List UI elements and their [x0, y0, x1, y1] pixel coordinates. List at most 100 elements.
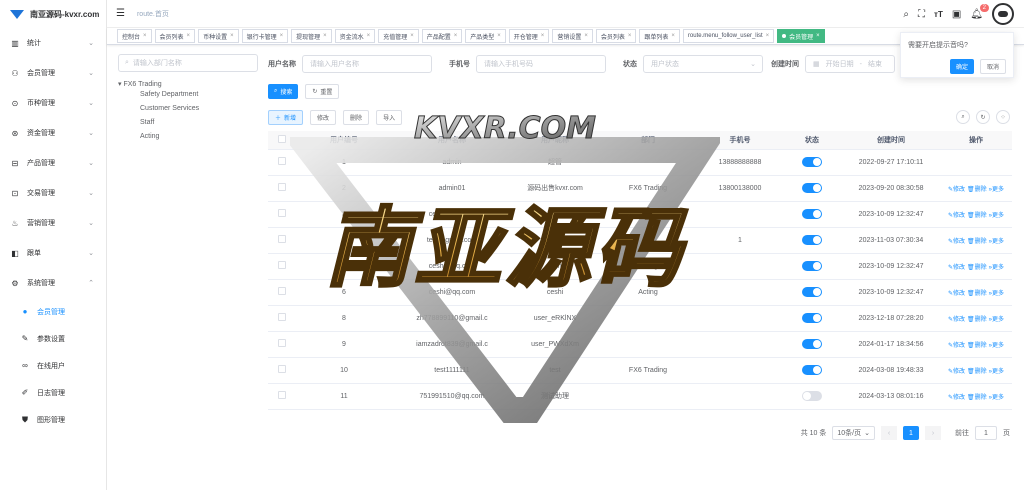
select-all-checkbox[interactable]	[268, 131, 296, 150]
row-checkbox[interactable]	[268, 253, 296, 280]
more-link[interactable]: »更多	[989, 369, 1004, 375]
status-switch[interactable]	[802, 261, 822, 271]
delete-link[interactable]: 🗑︎删除	[967, 317, 987, 323]
table-row[interactable]: 10 test1111111 test FX6 Trading 2024-03-08 1…	[268, 357, 1012, 384]
translate-icon[interactable]: ▣	[952, 9, 961, 20]
table-row[interactable]: 5 ceshi@qq.com ceshi Acting 2023-10-09 12:32…	[268, 253, 1012, 280]
sidebar-item-8[interactable]: ◧ 跟单 ⌄	[0, 238, 106, 268]
sidebar-item-9[interactable]: ⚙ 系统管理 ⌃	[0, 268, 106, 298]
tree-node[interactable]: Customer Services	[140, 102, 258, 116]
next-page-button[interactable]: ›	[925, 426, 941, 440]
delete-link[interactable]: 🗑︎删除	[967, 369, 987, 375]
row-checkbox[interactable]	[268, 149, 296, 176]
close-icon[interactable]: ×	[323, 33, 327, 39]
refresh-icon[interactable]: ↻	[976, 110, 990, 124]
table-row[interactable]: 1 admin 超管 13888888888 2022-09-27 17:10:11	[268, 149, 1012, 176]
tag-9[interactable]: 产品类型 ×	[465, 29, 506, 43]
sidebar-item-6[interactable]: ⊡ 交易管理 ⌄	[0, 178, 106, 208]
tag-2[interactable]: 会员列表 ×	[154, 29, 196, 43]
search-button[interactable]: ⌕ 搜索	[268, 84, 299, 99]
status-switch[interactable]	[802, 183, 822, 193]
status-switch[interactable]	[802, 209, 822, 219]
sidebar-subitem-5[interactable]: ⛊ 图形管理	[0, 406, 106, 433]
sidebar-subitem-2[interactable]: ✎ 参数设置	[0, 325, 106, 352]
tree-node[interactable]: Staff	[140, 116, 258, 130]
sidebar-item-3[interactable]: ⊙ 币种管理 ⌄	[0, 88, 106, 118]
tag-11[interactable]: 营销设置 ×	[552, 29, 593, 43]
tag-10[interactable]: 开仓管理 ×	[508, 29, 550, 43]
status-switch[interactable]	[802, 313, 822, 323]
close-icon[interactable]: ×	[280, 33, 284, 39]
status-switch[interactable]	[802, 157, 822, 167]
search-icon[interactable]: ⌕	[903, 9, 909, 20]
tag-8[interactable]: 产品配置 ×	[421, 29, 463, 43]
tag-7[interactable]: 充值管理 ×	[378, 29, 419, 43]
close-icon[interactable]: ×	[541, 33, 545, 39]
row-checkbox[interactable]	[268, 357, 296, 384]
close-icon[interactable]: ×	[766, 33, 770, 39]
close-icon[interactable]: ×	[454, 33, 458, 39]
delete-link[interactable]: 🗑︎删除	[967, 239, 987, 245]
close-icon[interactable]: ×	[584, 33, 588, 39]
close-icon[interactable]: ×	[143, 33, 147, 39]
tag-6[interactable]: 资金流水 ×	[334, 29, 376, 43]
row-checkbox[interactable]	[268, 279, 296, 306]
more-link[interactable]: »更多	[989, 187, 1004, 193]
edit-link[interactable]: ✎修改	[948, 213, 965, 219]
hamburger-icon[interactable]: ☰	[116, 8, 125, 19]
row-checkbox[interactable]	[268, 383, 296, 410]
edit-link[interactable]: ✎修改	[948, 317, 965, 323]
close-icon[interactable]: ×	[367, 33, 371, 39]
add-button[interactable]: ＋新增	[268, 110, 304, 125]
delete-link[interactable]: 🗑︎删除	[967, 213, 987, 219]
table-row[interactable]: 11 751991510@qq.com 测试助理 2024-03-13 08:01:1…	[268, 383, 1012, 410]
more-link[interactable]: »更多	[989, 395, 1004, 401]
username-input[interactable]: 请输入用户名称	[302, 55, 432, 73]
more-link[interactable]: »更多	[989, 265, 1004, 271]
status-select[interactable]: 用户状态 ⌄	[643, 55, 763, 73]
delete-link[interactable]: 🗑︎删除	[967, 343, 987, 349]
more-link[interactable]: »更多	[989, 343, 1004, 349]
avatar[interactable]	[992, 3, 1014, 25]
close-icon[interactable]: ×	[410, 33, 414, 39]
tree-root[interactable]: ▾ FX6 Trading	[118, 80, 258, 88]
tag-4[interactable]: 银行卡管理 ×	[241, 29, 289, 43]
table-row[interactable]: 2 admin01 源码出售kvxr.com FX6 Trading 138001380…	[268, 175, 1012, 202]
delete-link[interactable]: 🗑︎删除	[967, 265, 987, 271]
fullscreen-icon[interactable]: ⛶	[918, 9, 925, 20]
delete-link[interactable]: 🗑︎删除	[967, 187, 987, 193]
edit-link[interactable]: ✎修改	[948, 265, 965, 271]
sidebar-item-2[interactable]: ⚇ 会员管理 ⌄	[0, 58, 106, 88]
table-row[interactable]: 9 iamzadrot839@gmail.c user_PWXdXm 2024-01-…	[268, 331, 1012, 358]
columns-icon[interactable]: ⁘	[996, 110, 1010, 124]
sidebar-subitem-1[interactable]: ● 会员管理	[0, 298, 106, 325]
cancel-button[interactable]: 取消	[979, 59, 1006, 74]
tag-5[interactable]: 提现管理 ×	[291, 29, 332, 43]
table-row[interactable]: 8 zh778899110@gmail.c user_eRKlNX 2023-12-1…	[268, 305, 1012, 332]
dept-search-input[interactable]: ⌕ 请输入部门名称	[118, 54, 258, 72]
sidebar-subitem-3[interactable]: ∞ 在线用户	[0, 352, 106, 379]
date-range-picker[interactable]: ▦ 开始日期 - 结束	[805, 55, 895, 73]
sidebar-item-4[interactable]: ⊛ 资金管理 ⌄	[0, 118, 106, 148]
row-checkbox[interactable]	[268, 201, 296, 228]
sidebar-subitem-4[interactable]: ✐ 日志管理	[0, 379, 106, 406]
tag-3[interactable]: 币种设置 ×	[198, 29, 239, 43]
reset-button[interactable]: ↻ 重置	[305, 84, 340, 99]
phone-input[interactable]: 请输入手机号码	[476, 55, 606, 73]
close-icon[interactable]: ×	[628, 33, 632, 39]
edit-link[interactable]: ✎修改	[948, 187, 965, 193]
row-checkbox[interactable]	[268, 175, 296, 202]
status-switch[interactable]	[802, 391, 822, 401]
search-toggle-icon[interactable]: ⌕	[956, 110, 970, 124]
tag-1[interactable]: 控制台 ×	[117, 29, 152, 43]
font-size-icon[interactable]: тT	[934, 10, 943, 19]
status-switch[interactable]	[802, 365, 822, 375]
row-checkbox[interactable]	[268, 305, 296, 332]
close-icon[interactable]: ×	[816, 33, 820, 39]
delete-link[interactable]: 🗑︎删除	[967, 395, 987, 401]
tag-13[interactable]: 跟单列表 ×	[639, 29, 680, 43]
more-link[interactable]: »更多	[989, 239, 1004, 245]
row-checkbox[interactable]	[268, 331, 296, 358]
tag-12[interactable]: 会员列表 ×	[595, 29, 637, 43]
edit-link[interactable]: ✎修改	[948, 395, 965, 401]
